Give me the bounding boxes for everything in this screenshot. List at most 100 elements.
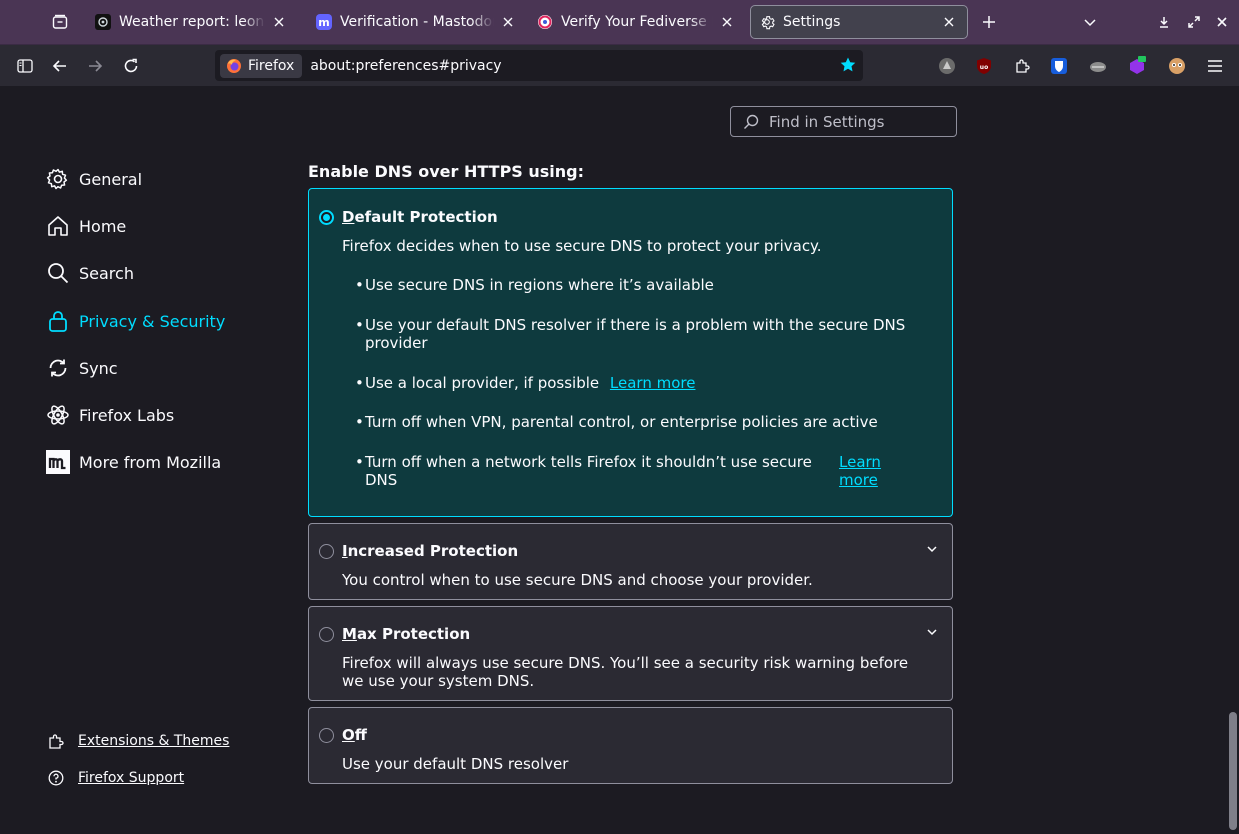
scrollbar-thumb[interactable]	[1229, 712, 1237, 830]
firefox-view-icon	[52, 14, 68, 29]
navigation-toolbar: Firefox about:preferences#privacy uo	[0, 44, 1239, 86]
minimize-button[interactable]	[1149, 7, 1179, 37]
list-all-tabs-button[interactable]	[1075, 7, 1105, 37]
extension-icon-7[interactable]	[1166, 55, 1188, 77]
lock-icon	[45, 308, 71, 334]
home-icon	[45, 213, 71, 239]
tab-verify-fediverse[interactable]: Verify Your Fediverse Ide	[529, 6, 745, 38]
tab-settings[interactable]: Settings	[750, 5, 968, 39]
ublock-origin-button[interactable]: uo	[973, 55, 995, 77]
sidebar-item-firefox-labs[interactable]: Firefox Labs	[45, 399, 174, 431]
face-extension-icon	[1169, 58, 1185, 74]
extension-icon-6[interactable]	[1126, 55, 1148, 77]
footer-link-label: Firefox Support	[78, 770, 185, 786]
extensions-themes-link[interactable]: Extensions & Themes	[47, 729, 229, 753]
app-menu-button[interactable]	[1204, 55, 1226, 77]
maximize-button[interactable]	[1179, 7, 1209, 37]
extension-icon-5[interactable]	[1087, 55, 1109, 77]
download-arrow-icon	[1160, 17, 1168, 28]
close-tab-icon[interactable]	[498, 12, 518, 32]
option-description: Firefox decides when to use secure DNS t…	[342, 237, 822, 255]
option-description: You control when to use secure DNS and c…	[342, 571, 813, 589]
tab-weather-report[interactable]: Weather report: leonsbe	[87, 6, 297, 38]
close-tab-icon[interactable]	[939, 12, 959, 32]
chevron-down-icon[interactable]	[926, 543, 938, 555]
sidebar-item-label: Sync	[79, 358, 118, 378]
identity-box[interactable]: Firefox	[220, 53, 303, 78]
option-title: Increased Protection	[342, 542, 519, 560]
default-protection-radio[interactable]	[319, 210, 334, 225]
plus-icon	[983, 16, 995, 28]
option-title: Max Protection	[342, 625, 471, 643]
hamburger-menu-icon	[1208, 60, 1222, 72]
sidebar-item-privacy-security[interactable]: Privacy & Security	[45, 305, 225, 337]
chevron-down-icon	[1084, 19, 1096, 27]
weather-favicon-icon	[95, 14, 111, 30]
learn-more-link[interactable]: Learn more	[839, 453, 899, 489]
increased-protection-radio[interactable]	[319, 544, 334, 559]
address-bar[interactable]: Firefox about:preferences#privacy	[215, 50, 863, 81]
sidebar-item-sync[interactable]: Sync	[45, 352, 118, 384]
sidebar-item-home[interactable]: Home	[45, 210, 126, 242]
new-tab-button[interactable]	[974, 7, 1004, 37]
dns-section-heading: Enable DNS over HTTPS using:	[308, 162, 585, 181]
sidebar-item-label: Firefox Labs	[79, 405, 175, 425]
find-in-settings[interactable]	[730, 106, 957, 137]
back-button[interactable]	[45, 51, 75, 81]
sidebar-item-label: General	[79, 169, 143, 189]
reload-button[interactable]	[116, 51, 146, 81]
close-window-button[interactable]	[1207, 7, 1237, 37]
sidebar-icon	[17, 59, 33, 73]
sidebar-item-more-from-mozilla[interactable]: More from Mozilla	[45, 446, 221, 478]
learn-more-link[interactable]: Learn more	[610, 374, 696, 392]
extension-icon-1[interactable]	[936, 55, 958, 77]
shield-extension-icon	[939, 58, 955, 74]
close-tab-icon[interactable]	[269, 12, 289, 32]
dns-option-max-protection[interactable]: Max Protection Firefox will always use s…	[308, 606, 953, 701]
sidebar-item-label: Search	[79, 263, 134, 283]
chevron-down-icon[interactable]	[926, 626, 938, 638]
tab-strip: Weather report: leonsbe m Verification -…	[0, 0, 1239, 44]
dns-option-default-protection[interactable]: Default Protection Firefox decides when …	[308, 188, 953, 517]
sidebar-item-label: Home	[79, 216, 127, 236]
firefox-view-button[interactable]	[45, 7, 75, 37]
forward-arrow-icon	[89, 60, 103, 72]
option-description: Firefox will always use secure DNS. You’…	[342, 654, 909, 690]
reload-icon	[124, 58, 138, 73]
dns-option-increased-protection[interactable]: Increased Protection You control when to…	[308, 523, 953, 600]
bitwarden-button[interactable]	[1048, 55, 1070, 77]
puzzle-icon	[47, 732, 65, 750]
scrollbar[interactable]	[1227, 86, 1239, 834]
extensions-button[interactable]	[1011, 55, 1033, 77]
sidebar-item-general[interactable]: General	[45, 163, 142, 195]
close-tab-icon[interactable]	[717, 12, 737, 32]
search-icon	[744, 114, 759, 129]
bullet-item: Use a local provider, if possible Learn …	[355, 374, 925, 392]
sidebar-toggle-button[interactable]	[10, 51, 40, 81]
mozilla-icon	[45, 449, 71, 475]
option-title: Default Protection	[342, 208, 498, 226]
bookmark-star-icon[interactable]	[839, 56, 857, 74]
max-protection-radio[interactable]	[319, 627, 334, 642]
tab-title: Verification - Mastodon	[340, 14, 494, 30]
off-radio[interactable]	[319, 728, 334, 743]
mastodon-favicon-icon: m	[316, 14, 332, 30]
gear-icon	[759, 14, 775, 30]
expand-icon	[1188, 16, 1200, 28]
search-input[interactable]	[769, 112, 949, 131]
option-title: Off	[342, 726, 367, 744]
url-text[interactable]: about:preferences#privacy	[310, 58, 501, 74]
firefox-support-link[interactable]: Firefox Support	[47, 766, 184, 790]
sync-icon	[45, 355, 71, 381]
fediverse-favicon-icon	[537, 14, 553, 30]
dns-option-off[interactable]: Off Use your default DNS resolver	[308, 707, 953, 784]
ublock-icon: uo	[977, 58, 991, 74]
identity-label: Firefox	[248, 57, 295, 74]
puzzle-icon	[1016, 59, 1030, 73]
svg-text:uo: uo	[980, 64, 988, 71]
cube-extension-icon	[1130, 56, 1146, 74]
bullet-item: Use secure DNS in regions where it’s ava…	[355, 276, 925, 294]
forward-button[interactable]	[80, 51, 110, 81]
tab-verification-mastodon[interactable]: m Verification - Mastodon	[308, 6, 526, 38]
sidebar-item-search[interactable]: Search	[45, 257, 134, 289]
